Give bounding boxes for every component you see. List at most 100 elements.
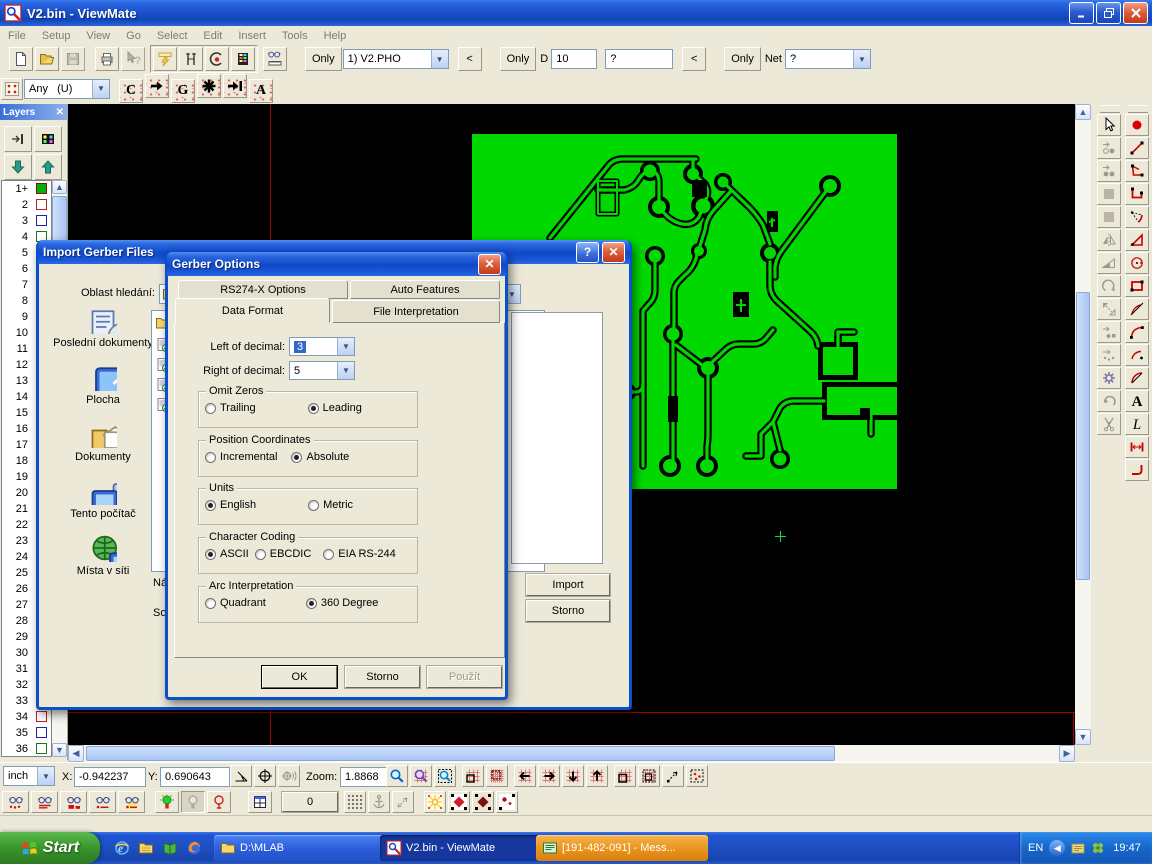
view-box2-button[interactable] xyxy=(638,765,660,787)
draw-rectangle-button[interactable] xyxy=(1125,275,1149,297)
draw-arc-curve-button[interactable] xyxy=(1125,321,1149,343)
dialog-help-button[interactable]: ? xyxy=(576,242,599,263)
only-layer-button[interactable]: Only xyxy=(305,47,342,71)
window-pane-button[interactable] xyxy=(248,791,272,813)
layers-scroll-down-button[interactable]: ▼ xyxy=(52,743,67,757)
snap-arrows-button[interactable] xyxy=(392,791,414,813)
import-cancel-button[interactable]: Storno xyxy=(526,600,610,622)
block-b-button[interactable] xyxy=(1097,206,1121,228)
move-points-button[interactable] xyxy=(1097,344,1121,366)
tab-data-format[interactable]: Data Format xyxy=(175,298,330,323)
ok-button[interactable]: OK xyxy=(262,666,337,688)
select-move-circle-button[interactable] xyxy=(1097,137,1121,159)
pan-right-button[interactable] xyxy=(538,765,560,787)
highlight-view-button[interactable] xyxy=(205,47,229,71)
file-explorer-button[interactable] xyxy=(134,836,158,860)
draw-measure-button[interactable] xyxy=(1125,436,1149,458)
grid-dense-button[interactable] xyxy=(486,765,508,787)
draw-text-button[interactable]: A xyxy=(1125,390,1149,412)
pan-down-button[interactable] xyxy=(562,765,584,787)
any-combo[interactable]: Any (U) ▼ xyxy=(24,79,110,99)
radio-eia-rs-244[interactable] xyxy=(323,549,334,560)
dcode-query-input[interactable]: ? xyxy=(605,49,673,69)
menu-item-edit[interactable]: Edit xyxy=(195,28,230,44)
apply-button[interactable]: Použít xyxy=(427,666,502,688)
select-cursor-button[interactable] xyxy=(1097,114,1121,136)
radio-leading[interactable] xyxy=(308,403,319,414)
inspect-button[interactable] xyxy=(263,47,287,71)
place-posledn-dokumenty[interactable]: Poslední dokumenty xyxy=(49,306,157,349)
mirror-button[interactable] xyxy=(1097,229,1121,251)
minimize-button[interactable] xyxy=(1069,2,1094,24)
layer-combo[interactable]: 1) V2.PHO ▼ xyxy=(343,49,449,69)
menu-item-help[interactable]: Help xyxy=(316,28,355,44)
radio-ascii[interactable] xyxy=(205,549,216,560)
tab-rs274-x-options[interactable]: RS274-X Options xyxy=(178,280,348,299)
place-m-sta-v-s-ti[interactable]: Místa v síti xyxy=(49,534,157,577)
dcode-input[interactable]: 10 xyxy=(551,49,597,69)
layer-row-34[interactable]: 34 xyxy=(2,709,51,725)
task-d-mlab[interactable]: D:\MLAB xyxy=(214,835,386,861)
scroll-up-button[interactable]: ▲ xyxy=(1075,104,1091,120)
menu-item-view[interactable]: View xyxy=(78,28,118,44)
layer-up-button[interactable] xyxy=(34,154,62,180)
view-highlight-button[interactable] xyxy=(118,791,145,813)
chevron-down-icon[interactable]: ▼ xyxy=(337,338,354,355)
dialog-close-button[interactable]: ✕ xyxy=(602,242,625,263)
letter-G-button[interactable]: G xyxy=(171,79,195,103)
prev-dcode-button[interactable]: < xyxy=(682,47,706,71)
close-button[interactable] xyxy=(1123,2,1148,24)
zoom-value[interactable]: 1.8868 xyxy=(340,767,390,787)
tab-file-interpretation[interactable]: File Interpretation xyxy=(332,300,500,323)
jump-arrow-button[interactable] xyxy=(145,74,169,98)
task-191-482-091-mess[interactable]: [191-482-091] - Mess... xyxy=(536,835,708,861)
menu-item-tools[interactable]: Tools xyxy=(274,28,316,44)
radio-ebcdic[interactable] xyxy=(255,549,266,560)
menu-item-insert[interactable]: Insert xyxy=(230,28,274,44)
task-v2-bin-viewmate[interactable]: V2.bin - ViewMate xyxy=(380,835,542,861)
draw-corner-button[interactable] xyxy=(1125,183,1149,205)
select-dash-button[interactable] xyxy=(686,765,708,787)
only-net-button[interactable]: Only xyxy=(724,47,761,71)
pan-left-button[interactable] xyxy=(514,765,536,787)
rotate-button[interactable] xyxy=(1097,275,1121,297)
layer-row-35[interactable]: 35 xyxy=(2,725,51,741)
letter-A-button[interactable]: A xyxy=(249,79,273,103)
tray-keyboard-icon[interactable] xyxy=(1070,840,1086,856)
cut-element-button[interactable] xyxy=(1097,413,1121,435)
view-lines-button[interactable] xyxy=(31,791,58,813)
start-button[interactable]: Start xyxy=(0,832,100,864)
layer-row-1plus[interactable]: 1+ xyxy=(2,181,51,197)
pattern-diamond-light-button[interactable] xyxy=(448,791,470,813)
flash-view-button[interactable] xyxy=(153,47,177,71)
prev-layer-button[interactable]: < xyxy=(458,47,482,71)
hscroll-thumb[interactable] xyxy=(86,746,835,761)
gerber-cancel-button[interactable]: Storno xyxy=(345,666,420,688)
radio-metric[interactable] xyxy=(308,500,319,511)
zoom-magnifier-button[interactable] xyxy=(386,765,408,787)
radio-incremental[interactable] xyxy=(205,452,216,463)
draw-arc-small-button[interactable] xyxy=(1125,344,1149,366)
print-button[interactable] xyxy=(95,47,119,71)
place-tento-po-ta[interactable]: Tento počítač xyxy=(49,477,157,520)
origin-waves-button[interactable] xyxy=(278,765,300,787)
pan-up-button[interactable] xyxy=(586,765,608,787)
angle-tool-button[interactable] xyxy=(230,765,252,787)
draw-arc-chord-button[interactable] xyxy=(1125,298,1149,320)
draw-label-button[interactable]: L xyxy=(1125,413,1149,435)
place-dokumenty[interactable]: Dokumenty xyxy=(49,420,157,463)
internet-explorer-button[interactable]: e xyxy=(110,836,134,860)
radio-absolute[interactable] xyxy=(291,452,302,463)
book-button[interactable] xyxy=(158,836,182,860)
option-ascii[interactable]: ASCII xyxy=(205,548,249,560)
select-move-dots-button[interactable] xyxy=(1097,160,1121,182)
radio-trailing[interactable] xyxy=(205,403,216,414)
close-icon[interactable]: ✕ xyxy=(56,107,64,118)
save-button[interactable] xyxy=(61,47,85,71)
chevron-down-icon[interactable]: ▼ xyxy=(337,362,354,379)
stretch-button[interactable] xyxy=(1097,252,1121,274)
tray-flower-icon[interactable] xyxy=(1090,840,1106,856)
measure-dash-button[interactable] xyxy=(662,765,684,787)
radio-quadrant[interactable] xyxy=(205,598,216,609)
scroll-down-button[interactable]: ▼ xyxy=(1075,729,1091,745)
